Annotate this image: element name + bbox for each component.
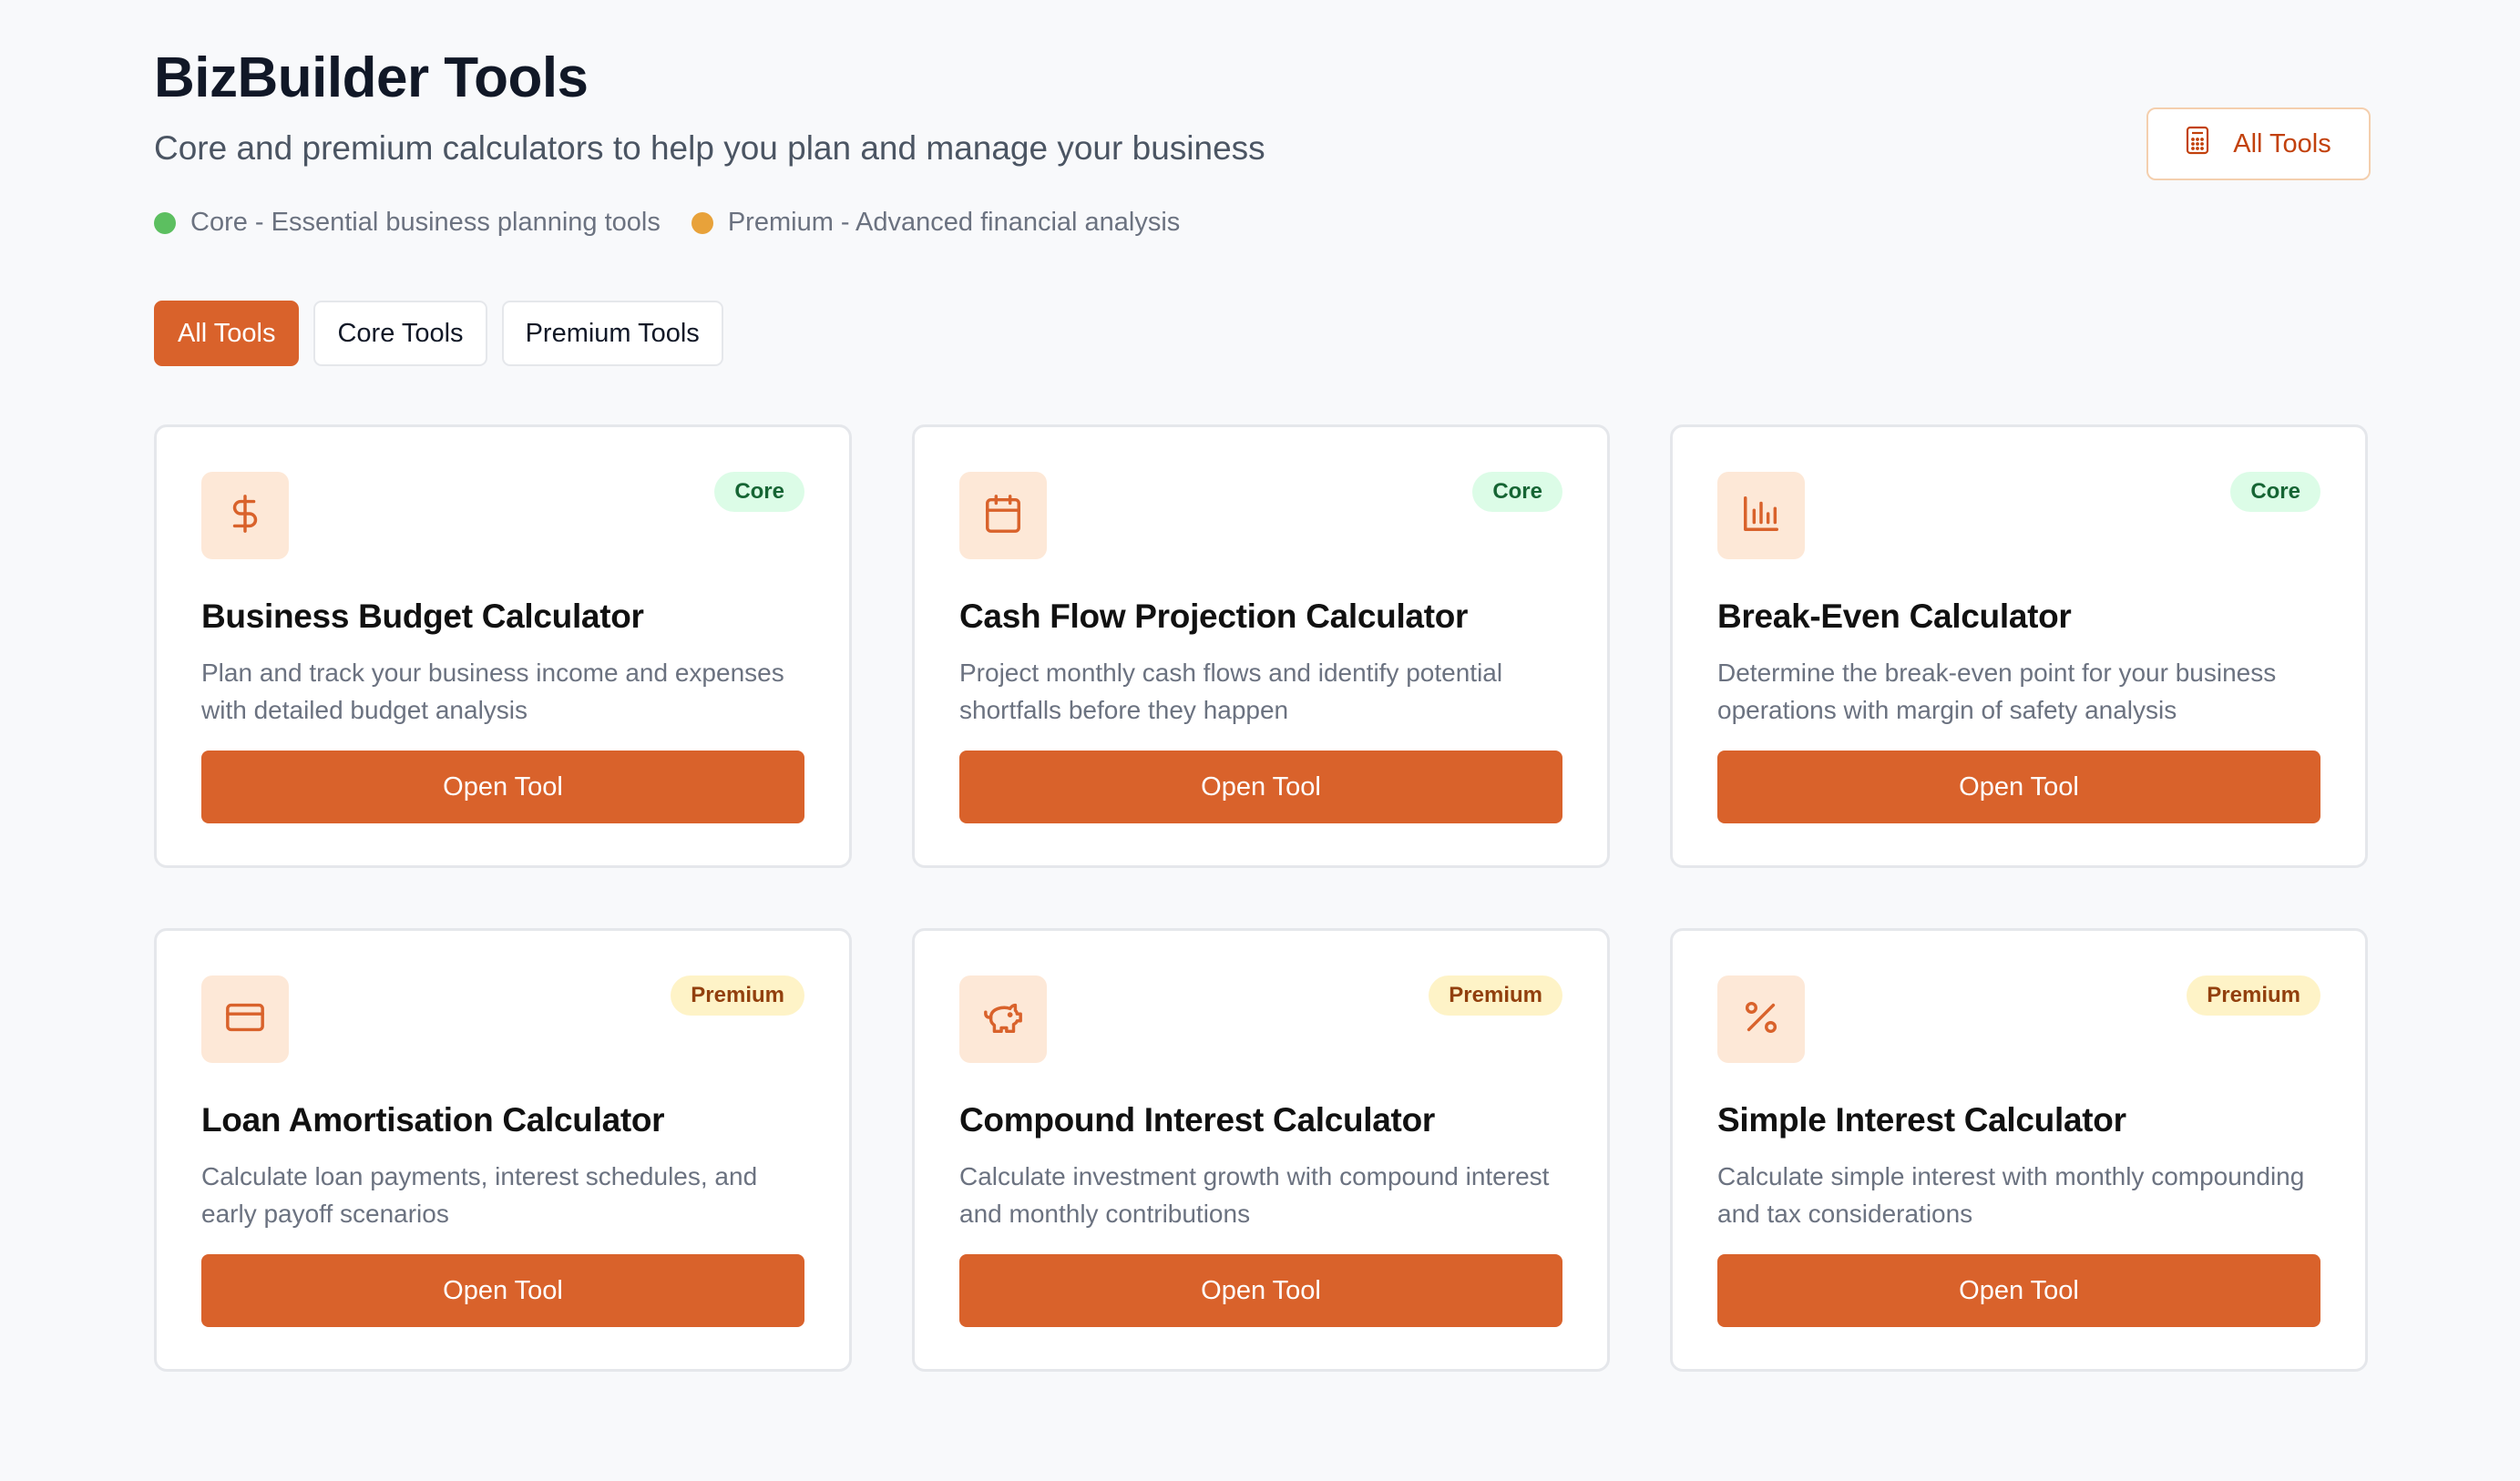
tool-description: Project monthly cash flows and identify …: [959, 659, 1503, 724]
calculator-icon: [2186, 126, 2233, 162]
core-badge: Core: [1472, 472, 1562, 512]
tool-title: Cash Flow Projection Calculator: [959, 598, 1469, 635]
open-tool-button[interactable]: Open Tool: [201, 751, 804, 823]
premium-badge: Premium: [671, 975, 804, 1016]
open-tool-button[interactable]: Open Tool: [1717, 1254, 2320, 1327]
tool-description: Calculate investment growth with compoun…: [959, 1162, 1550, 1228]
page-subtitle: Core and premium calculators to help you…: [154, 129, 1265, 167]
all-tools-button-label: All Tools: [2233, 128, 2331, 158]
credit-card-icon: [224, 996, 266, 1043]
percent-icon: [1740, 996, 1782, 1043]
piggy-bank-icon: [982, 996, 1024, 1043]
tool-title: Business Budget Calculator: [201, 598, 644, 635]
tool-icon-box: [959, 975, 1047, 1063]
tool-description: Calculate simple interest with monthly c…: [1717, 1162, 2305, 1228]
page: BizBuilder Tools Core and premium calcul…: [0, 0, 2520, 1481]
filter-all-tools[interactable]: All Tools: [154, 301, 300, 366]
open-tool-button[interactable]: Open Tool: [1717, 751, 2320, 823]
tools-grid: Core Business Budget Calculator Plan and…: [154, 424, 2371, 1372]
open-tool-button[interactable]: Open Tool: [959, 1254, 1562, 1327]
premium-badge: Premium: [2187, 975, 2320, 1016]
tool-description: Determine the break-even point for your …: [1717, 659, 2277, 724]
tool-title: Loan Amortisation Calculator: [201, 1101, 665, 1139]
tool-card-compound-interest: Premium Compound Interest Calculator Cal…: [912, 928, 1610, 1372]
tool-title: Simple Interest Calculator: [1717, 1101, 2126, 1139]
bar-chart-icon: [1740, 493, 1782, 539]
core-badge: Core: [2230, 472, 2320, 512]
dollar-icon: [224, 493, 266, 539]
tool-icon-box: [1717, 975, 1805, 1063]
tool-title: Compound Interest Calculator: [959, 1101, 1435, 1139]
tool-description: Plan and track your business income and …: [201, 659, 784, 724]
filter-tabs: All Tools Core Tools Premium Tools: [154, 301, 738, 366]
all-tools-button[interactable]: All Tools: [2146, 107, 2371, 180]
filter-core-tools[interactable]: Core Tools: [313, 301, 487, 366]
premium-legend-dot: [691, 211, 713, 234]
premium-legend-label: Premium - Advanced financial analysis: [727, 208, 1181, 237]
tool-title: Break-Even Calculator: [1717, 598, 2072, 635]
tool-icon-box: [201, 472, 289, 559]
tool-card-loan-amortisation: Premium Loan Amortisation Calculator Cal…: [154, 928, 852, 1372]
tool-card-simple-interest: Premium Simple Interest Calculator Calcu…: [1670, 928, 2368, 1372]
filter-premium-tools[interactable]: Premium Tools: [501, 301, 723, 366]
tool-card-cash-flow: Core Cash Flow Projection Calculator Pro…: [912, 424, 1610, 868]
tool-card-business-budget: Core Business Budget Calculator Plan and…: [154, 424, 852, 868]
page-title: BizBuilder Tools: [154, 46, 589, 109]
calendar-icon: [982, 493, 1024, 539]
premium-badge: Premium: [1429, 975, 1562, 1016]
tool-icon-box: [201, 975, 289, 1063]
tool-icon-box: [959, 472, 1047, 559]
tool-description: Calculate loan payments, interest schedu…: [201, 1162, 758, 1228]
open-tool-button[interactable]: Open Tool: [201, 1254, 804, 1327]
core-legend-label: Core - Essential business planning tools: [190, 208, 661, 237]
tier-legend: Core - Essential business planning tools…: [154, 208, 1180, 238]
tool-icon-box: [1717, 472, 1805, 559]
core-legend-dot: [154, 211, 176, 234]
open-tool-button[interactable]: Open Tool: [959, 751, 1562, 823]
tool-card-break-even: Core Break-Even Calculator Determine the…: [1670, 424, 2368, 868]
core-badge: Core: [714, 472, 804, 512]
